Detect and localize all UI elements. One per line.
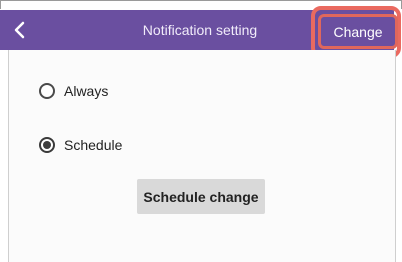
schedule-radio[interactable] xyxy=(39,137,55,153)
always-radio[interactable] xyxy=(39,83,55,99)
always-option[interactable]: Always xyxy=(39,83,108,99)
page-title: Notification setting xyxy=(142,22,258,38)
schedule-option[interactable]: Schedule xyxy=(39,137,122,153)
schedule-label: Schedule xyxy=(64,137,123,153)
settings-content: Always Schedule Schedule change xyxy=(8,50,396,262)
back-button[interactable] xyxy=(0,10,40,50)
schedule-change-button[interactable]: Schedule change xyxy=(137,179,265,214)
chevron-left-icon xyxy=(13,21,27,39)
change-button[interactable]: Change xyxy=(318,14,398,49)
always-label: Always xyxy=(64,83,109,99)
notification-setting-screen: Notification setting Change Always Sched… xyxy=(0,0,402,262)
